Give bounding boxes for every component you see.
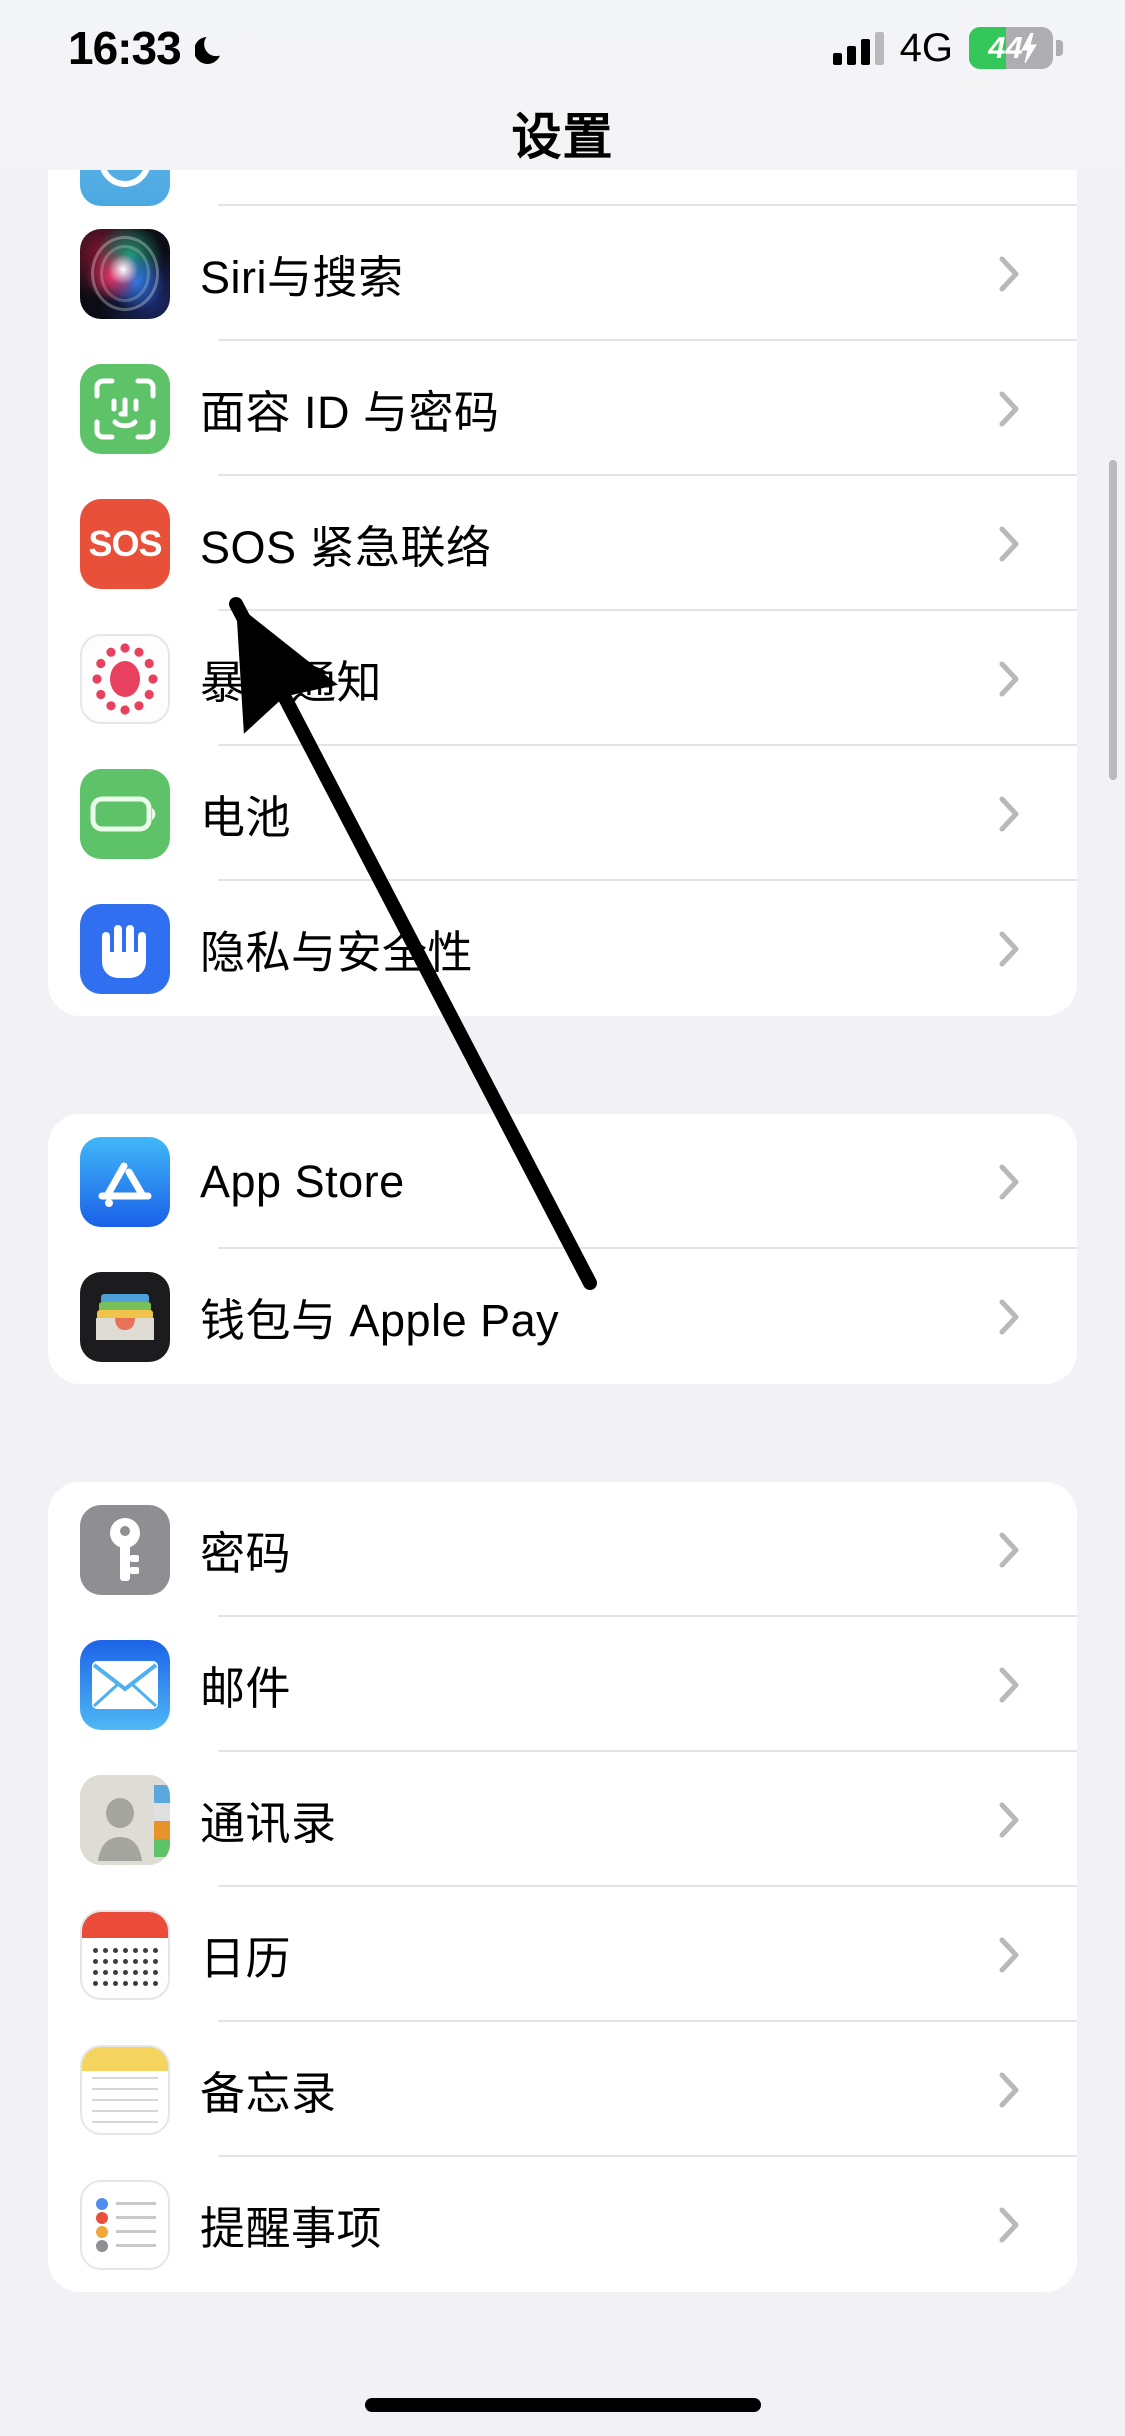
- vertical-scrollbar[interactable]: [1109, 460, 1117, 780]
- moon-icon: [194, 31, 229, 65]
- face-id-icon: [80, 363, 170, 454]
- sos-text: SOS: [88, 522, 162, 564]
- list-item-label: 日历: [200, 1933, 292, 1984]
- settings-list[interactable]: Siri与搜索面容 ID 与密码 SOS SOS 紧急联络 暴露通知电池隐私与安全性 A…: [0, 170, 1125, 2436]
- group-store: App Store 钱包与 Apple Pay: [48, 1114, 1077, 1384]
- chevron-right-icon: [999, 526, 1019, 562]
- sos-icon: SOS: [80, 498, 170, 589]
- list-item[interactable]: SOS SOS 紧急联络: [48, 476, 1077, 611]
- siri-ring-inner: [99, 244, 151, 303]
- list-item[interactable]: 提醒事项: [48, 2157, 1077, 2292]
- calendar-grid: [91, 1946, 159, 1989]
- face-id-glyph: [94, 378, 156, 439]
- status-bar-left: 16:33: [68, 21, 229, 75]
- key-glyph: [110, 1517, 140, 1581]
- battery-icon: [80, 768, 170, 859]
- list-item[interactable]: App Store: [48, 1114, 1077, 1249]
- notes-icon: [80, 2044, 170, 2135]
- battery-tip: [1056, 40, 1063, 56]
- list-item[interactable]: 面容 ID 与密码: [48, 341, 1077, 476]
- chevron-right-icon: [999, 931, 1019, 967]
- list-item-label: 提醒事项: [200, 2203, 383, 2254]
- list-item[interactable]: 电池: [48, 746, 1077, 881]
- status-bar: 16:33 4G 44: [0, 0, 1125, 96]
- chevron-right-icon: [999, 1667, 1019, 1703]
- nav-bar: 设置: [0, 96, 1125, 170]
- list-item[interactable]: 日历: [48, 1887, 1077, 2022]
- chevron-right-icon: [999, 1164, 1019, 1200]
- chevron-right-icon: [999, 796, 1019, 832]
- list-item-label: 钱包与 Apple Pay: [200, 1295, 560, 1346]
- page-title: 设置: [511, 109, 614, 165]
- exposure-glyph: [92, 642, 158, 715]
- wallet-glyph: [96, 1293, 154, 1340]
- list-item[interactable]: 备忘录: [48, 2022, 1077, 2157]
- group-security: Siri与搜索面容 ID 与密码 SOS SOS 紧急联络 暴露通知电池隐私与安全性: [48, 170, 1077, 1016]
- notes-lines: [92, 2076, 158, 2125]
- chevron-right-icon: [999, 256, 1019, 292]
- mail-envelope-icon: [80, 1639, 170, 1730]
- list-item[interactable]: [48, 170, 1077, 206]
- screen-time-icon: [80, 170, 170, 206]
- home-indicator[interactable]: [364, 2398, 761, 2412]
- group-gap: [0, 1016, 1125, 1114]
- list-item-label: 密码: [200, 1528, 292, 1579]
- chevron-right-icon: [999, 1532, 1019, 1568]
- bolt-icon: [1021, 33, 1037, 63]
- chevron-right-icon: [999, 391, 1019, 427]
- battery-icon: 44: [969, 27, 1053, 69]
- list-item[interactable]: 隐私与安全性: [48, 881, 1077, 1016]
- chevron-right-icon: [999, 2207, 1019, 2243]
- list-item-label: 电池: [200, 792, 292, 843]
- list-item-label: SOS 紧急联络: [200, 522, 492, 573]
- contacts-icon: [80, 1774, 170, 1865]
- group-gap: [0, 1384, 1125, 1482]
- list-item-label: 通讯录: [200, 1798, 337, 1849]
- signal-bars-icon: [832, 31, 884, 65]
- calendar-icon: [80, 1909, 170, 2000]
- list-item-label: 隐私与安全性: [200, 927, 474, 978]
- reminders-rows: [96, 2197, 156, 2252]
- chevron-right-icon: [999, 661, 1019, 697]
- list-item-label: 面容 ID 与密码: [200, 387, 500, 438]
- list-item[interactable]: 钱包与 Apple Pay: [48, 1249, 1077, 1384]
- envelope-glyph: [92, 1660, 158, 1709]
- group-apps: 密码邮件通讯录日历备忘录提醒事项: [48, 1482, 1077, 2292]
- status-time: 16:33: [68, 22, 182, 74]
- exposure-notification-icon: [80, 633, 170, 724]
- app-store-glyph: [98, 1162, 152, 1207]
- hand-glyph: [102, 924, 146, 978]
- chevron-right-icon: [999, 1937, 1019, 1973]
- privacy-hand-icon: [80, 903, 170, 994]
- list-item[interactable]: 通讯录: [48, 1752, 1077, 1887]
- status-bar-right: 4G 44: [832, 25, 1063, 71]
- contacts-glyph: [80, 1774, 170, 1865]
- notes-header-bar: [82, 2046, 168, 2071]
- list-item[interactable]: 暴露通知: [48, 611, 1077, 746]
- list-item[interactable]: 邮件: [48, 1617, 1077, 1752]
- list-item-label: 暴露通知: [200, 657, 383, 708]
- list-item[interactable]: 密码: [48, 1482, 1077, 1617]
- key-icon: [80, 1504, 170, 1595]
- list-item[interactable]: Siri与搜索: [48, 206, 1077, 341]
- chevron-right-icon: [999, 1802, 1019, 1838]
- hourglass-glyph: [99, 170, 151, 187]
- network-type-label: 4G: [899, 25, 953, 70]
- chevron-right-icon: [999, 1299, 1019, 1335]
- calendar-header-bar: [82, 1911, 168, 1938]
- battery-percent-label: 44: [988, 30, 1023, 65]
- app-store-icon: [80, 1136, 170, 1227]
- list-item-label: 备忘录: [200, 2068, 337, 2119]
- battery-status: 44: [969, 27, 1063, 69]
- reminders-icon: [80, 2179, 170, 2270]
- wallet-icon: [80, 1271, 170, 1362]
- battery-glyph: [90, 796, 156, 831]
- list-item-label: Siri与搜索: [200, 252, 404, 303]
- chevron-right-icon: [999, 2072, 1019, 2108]
- siri-icon: [80, 228, 170, 319]
- list-item-label: App Store: [200, 1155, 405, 1207]
- list-item-label: 邮件: [200, 1663, 292, 1714]
